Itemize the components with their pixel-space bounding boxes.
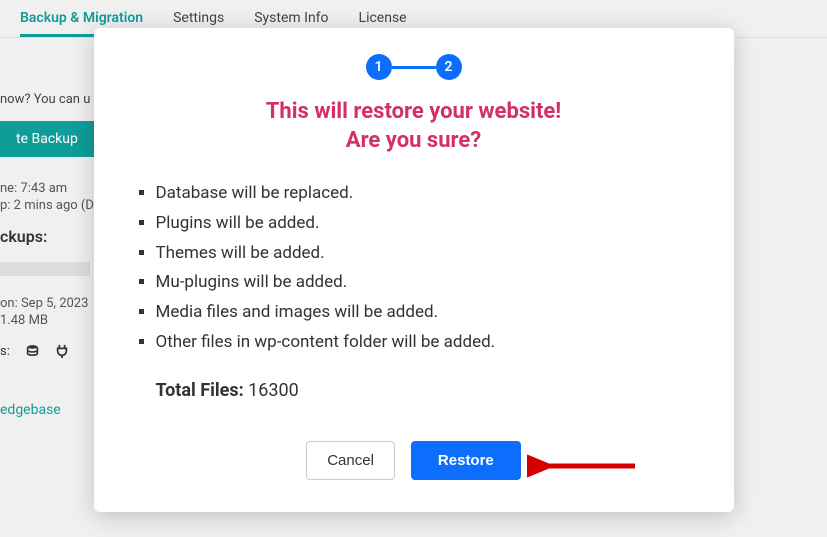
modal-actions: Cancel Restore xyxy=(128,441,700,480)
total-files-label: Total Files: xyxy=(156,380,244,401)
restore-confirm-modal: 1 2 This will restore your website! Are … xyxy=(94,28,734,512)
list-item: Other files in wp-content folder will be… xyxy=(156,328,700,358)
step-2: 2 xyxy=(436,54,462,80)
heading-line-2: Are you sure? xyxy=(128,127,700,156)
list-item: Themes will be added. xyxy=(156,239,700,269)
list-item: Mu-plugins will be added. xyxy=(156,268,700,298)
list-item: Database will be replaced. xyxy=(156,179,700,209)
heading-line-1: This will restore your website! xyxy=(128,98,700,127)
stepper: 1 2 xyxy=(128,54,700,80)
modal-overlay: 1 2 This will restore your website! Are … xyxy=(0,0,827,537)
total-files: Total Files: 16300 xyxy=(128,380,700,401)
cancel-button[interactable]: Cancel xyxy=(306,441,395,480)
step-connector xyxy=(392,66,436,69)
step-1: 1 xyxy=(366,54,392,80)
total-files-value: 16300 xyxy=(248,380,299,401)
modal-heading: This will restore your website! Are you … xyxy=(128,98,700,155)
restore-button[interactable]: Restore xyxy=(411,441,521,480)
list-item: Media files and images will be added. xyxy=(156,298,700,328)
restore-details-list: Database will be replaced. Plugins will … xyxy=(128,179,700,358)
list-item: Plugins will be added. xyxy=(156,209,700,239)
